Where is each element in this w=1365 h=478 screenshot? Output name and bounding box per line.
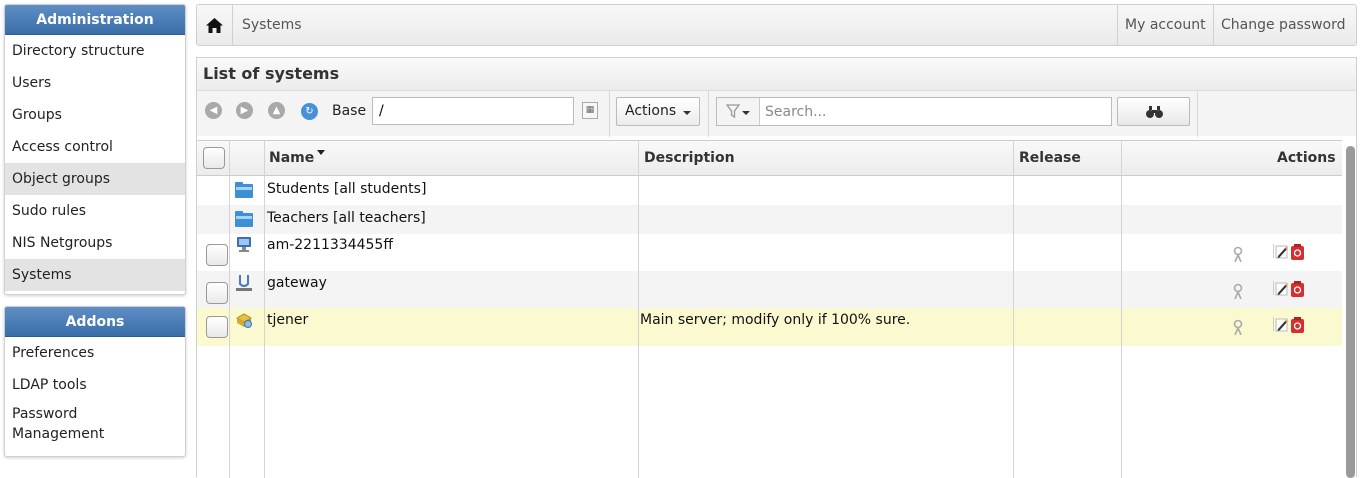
table-row[interactable]: Teachers [all teachers] xyxy=(197,205,1342,234)
change-password-link[interactable]: Change password xyxy=(1213,5,1353,45)
column-divider xyxy=(264,140,265,478)
inherit-icon[interactable] xyxy=(1231,246,1247,262)
column-divider xyxy=(1121,140,1122,478)
row-name[interactable]: Teachers [all teachers] xyxy=(267,210,426,226)
row-name[interactable]: gateway xyxy=(267,275,327,291)
toolbar-divider xyxy=(1197,91,1198,137)
filter-icon xyxy=(726,104,750,119)
refresh-icon[interactable]: ↻ xyxy=(301,103,318,120)
edit-icon[interactable] xyxy=(1273,279,1289,297)
server-icon xyxy=(235,313,253,328)
menu-item-sudo-rules[interactable]: Sudo rules xyxy=(5,195,185,227)
table-scrollbar[interactable] xyxy=(1346,146,1355,478)
toolbar-divider xyxy=(609,91,610,137)
menu-item-users[interactable]: Users xyxy=(5,67,185,99)
my-account-link[interactable]: My account xyxy=(1117,5,1213,45)
home-icon xyxy=(206,17,223,33)
row-name[interactable]: tjener xyxy=(267,312,308,328)
back-icon[interactable]: ◀ xyxy=(205,102,222,119)
search-button[interactable] xyxy=(1117,97,1190,126)
table-row[interactable]: tjener Main server; modify only if 100% … xyxy=(197,308,1342,346)
up-icon[interactable]: ▲ xyxy=(268,102,285,119)
chevron-down-icon xyxy=(683,111,691,115)
row-name[interactable]: Students [all students] xyxy=(267,181,426,197)
delete-icon[interactable] xyxy=(1291,281,1304,297)
menu-item-access-control[interactable]: Access control xyxy=(5,131,185,163)
gateway-icon xyxy=(236,275,252,291)
systems-table: Name Description Release Actions Student… xyxy=(197,140,1342,478)
column-header-description[interactable]: Description xyxy=(644,141,735,175)
actions-dropdown-label: Actions xyxy=(625,103,677,119)
base-input[interactable] xyxy=(372,97,574,125)
systems-panel: List of systems ◀ ▶ ▲ ↻ Base ▦ Actions xyxy=(196,57,1357,478)
top-bar: Systems My account Change password xyxy=(196,4,1357,46)
column-divider xyxy=(638,140,639,478)
row-checkbox[interactable] xyxy=(206,316,228,338)
row-description: Main server; modify only if 100% sure. xyxy=(640,312,911,328)
menu-item-groups[interactable]: Groups xyxy=(5,99,185,131)
folder-icon xyxy=(235,182,253,198)
search-box xyxy=(716,97,1112,126)
menu-item-systems[interactable]: Systems xyxy=(5,259,185,291)
base-browse-icon[interactable]: ▦ xyxy=(582,102,598,119)
row-name[interactable]: am-2211334455ff xyxy=(267,237,393,253)
menu-item-preferences[interactable]: Preferences xyxy=(5,337,185,369)
panel-title: List of systems xyxy=(197,58,1356,90)
search-input[interactable] xyxy=(765,98,1105,125)
row-checkbox[interactable] xyxy=(206,244,228,266)
delete-icon[interactable] xyxy=(1291,244,1304,260)
column-header-name-label: Name xyxy=(269,150,315,166)
toolbar-divider xyxy=(708,91,709,137)
administration-menu: Administration Directory structure Users… xyxy=(4,4,186,295)
administration-menu-title: Administration xyxy=(5,5,185,35)
menu-item-nis-netgroups[interactable]: NIS Netgroups xyxy=(5,227,185,259)
table-row[interactable]: gateway xyxy=(197,271,1342,308)
menu-item-directory-structure[interactable]: Directory structure xyxy=(5,35,185,67)
workstation-icon xyxy=(237,237,251,252)
sort-descending-icon xyxy=(317,150,326,155)
edit-icon[interactable] xyxy=(1273,315,1289,333)
column-header-actions: Actions xyxy=(1277,150,1336,166)
menu-item-password-management-label: Password Management xyxy=(12,406,105,442)
addons-menu: Addons Preferences LDAP tools Password M… xyxy=(4,306,186,457)
menu-item-ldap-tools[interactable]: LDAP tools xyxy=(5,369,185,401)
edit-icon[interactable] xyxy=(1273,242,1289,260)
inherit-icon[interactable] xyxy=(1231,319,1247,335)
column-divider xyxy=(1013,140,1014,478)
select-all-checkbox[interactable] xyxy=(203,147,225,169)
filter-button[interactable] xyxy=(717,98,760,125)
column-header-release[interactable]: Release xyxy=(1019,141,1081,175)
delete-icon[interactable] xyxy=(1291,317,1304,333)
menu-item-object-groups[interactable]: Object groups xyxy=(5,163,185,195)
breadcrumb: Systems xyxy=(242,17,302,33)
base-label: Base xyxy=(332,103,367,119)
home-button[interactable] xyxy=(197,5,233,45)
row-checkbox[interactable] xyxy=(206,282,228,304)
addons-menu-title: Addons xyxy=(5,307,185,337)
actions-dropdown[interactable]: Actions xyxy=(616,97,700,126)
table-row[interactable]: Students [all students] xyxy=(197,176,1342,205)
scrollbar-thumb[interactable] xyxy=(1346,146,1355,478)
column-divider xyxy=(229,140,230,478)
inherit-icon[interactable] xyxy=(1231,283,1247,299)
binoculars-icon xyxy=(1146,106,1163,118)
column-header-name[interactable]: Name xyxy=(269,141,326,175)
forward-icon[interactable]: ▶ xyxy=(236,102,253,119)
menu-item-password-management[interactable]: Password Management xyxy=(5,401,185,451)
table-row[interactable]: am-2211334455ff xyxy=(197,234,1342,271)
folder-icon xyxy=(235,211,253,227)
table-header: Name Description Release Actions xyxy=(197,140,1342,176)
list-toolbar: ◀ ▶ ▲ ↻ Base ▦ Actions xyxy=(197,90,1356,137)
